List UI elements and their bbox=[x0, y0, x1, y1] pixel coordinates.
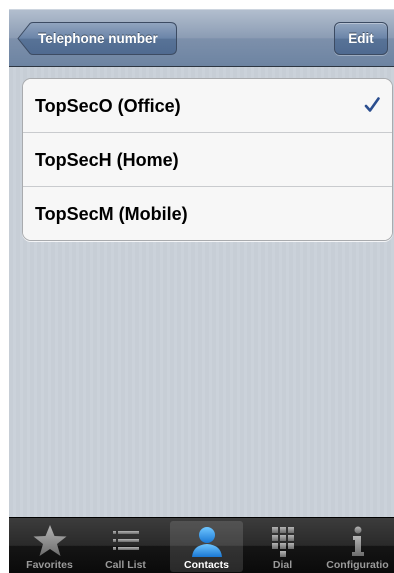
list-item-mobile[interactable]: TopSecM (Mobile) bbox=[23, 187, 392, 240]
list-icon bbox=[108, 524, 144, 563]
list-item-home[interactable]: TopSecH (Home) bbox=[23, 133, 392, 187]
edit-button[interactable]: Edit bbox=[334, 22, 388, 55]
tab-label: Dial bbox=[272, 559, 293, 571]
star-icon bbox=[32, 524, 68, 563]
navigation-bar: Telephone number Edit bbox=[9, 9, 394, 67]
tab-call-list[interactable]: Call List bbox=[89, 521, 162, 572]
tab-favorites[interactable]: Favorites bbox=[13, 521, 86, 572]
tab-label: Call List bbox=[105, 559, 146, 571]
tab-dial[interactable]: Dial bbox=[246, 521, 319, 572]
list-item-office[interactable]: TopSecO (Office) bbox=[23, 79, 392, 133]
keypad-icon bbox=[265, 524, 301, 563]
back-button-label: Telephone number bbox=[38, 31, 158, 46]
back-button[interactable]: Telephone number bbox=[17, 22, 177, 55]
tab-bar: Favorites Call List Contacts Dial Config… bbox=[9, 517, 394, 573]
checkmark-icon bbox=[364, 97, 380, 118]
tab-configuration[interactable]: Configuratio bbox=[321, 521, 394, 572]
list-item-label: TopSecO (Office) bbox=[35, 96, 181, 116]
tab-contacts[interactable]: Contacts bbox=[170, 521, 243, 572]
app-screen: Telephone number Edit TopSecO (Office) T… bbox=[9, 9, 394, 573]
tab-label: Configuratio bbox=[326, 559, 389, 571]
tab-label: Contacts bbox=[184, 559, 229, 571]
tab-label: Favorites bbox=[26, 559, 73, 571]
person-icon bbox=[189, 524, 225, 563]
list-item-label: TopSecM (Mobile) bbox=[35, 204, 188, 224]
info-icon bbox=[340, 524, 376, 563]
list-item-label: TopSecH (Home) bbox=[35, 150, 179, 170]
phone-number-list: TopSecO (Office) TopSecH (Home) TopSecM … bbox=[22, 78, 393, 241]
